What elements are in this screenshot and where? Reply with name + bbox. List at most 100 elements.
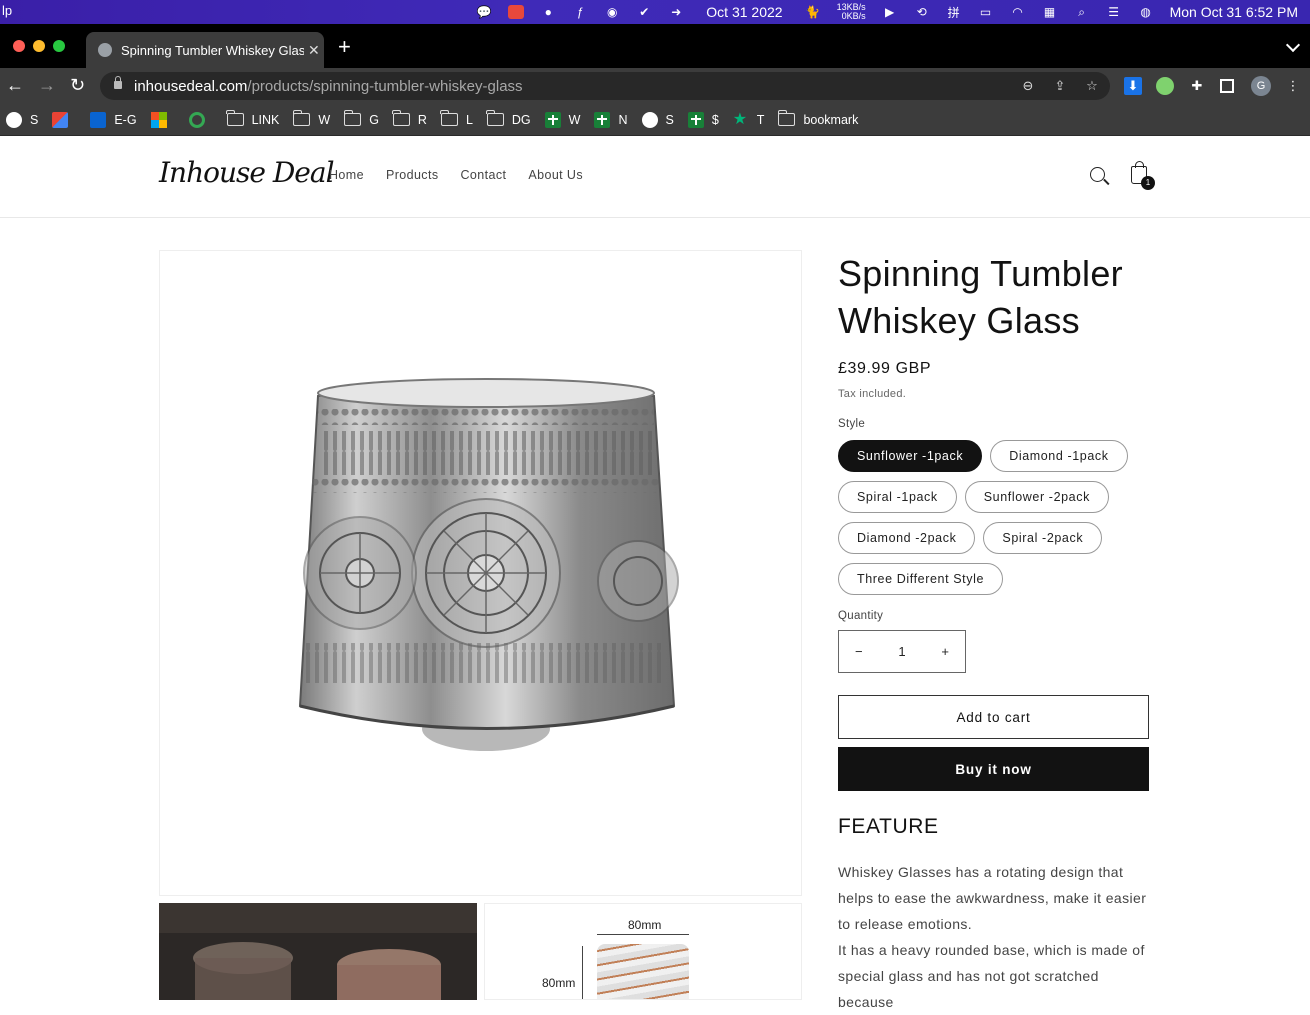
- share-icon[interactable]: ⇪: [1052, 78, 1068, 94]
- app-red-icon[interactable]: [507, 3, 525, 21]
- bookmark-item[interactable]: DG: [486, 110, 531, 127]
- style-option-sunflower-2pack[interactable]: Sunflower -2pack: [964, 481, 1109, 513]
- bookmark-item[interactable]: E-G: [90, 111, 137, 128]
- bookmark-item[interactable]: ★ T: [733, 111, 765, 128]
- tax-note: Tax included.: [838, 388, 907, 400]
- main-nav: Home Products Contact About Us: [329, 168, 605, 182]
- folder-icon: [226, 110, 244, 126]
- folder-icon: [486, 110, 504, 126]
- bookmark-item[interactable]: S: [641, 111, 674, 128]
- tab-search-icon[interactable]: [1285, 37, 1301, 53]
- url-text[interactable]: inhousedeal.com/products/spinning-tumble…: [134, 78, 523, 95]
- ms-icon: [150, 111, 167, 128]
- quantity-decrease-button[interactable]: −: [855, 644, 863, 659]
- bookmark-item[interactable]: R: [392, 110, 427, 127]
- messenger-icon[interactable]: ◉: [603, 3, 621, 21]
- dimension-width-line: [597, 934, 689, 935]
- reload-button[interactable]: ↻: [70, 76, 85, 94]
- bookmark-item[interactable]: [150, 111, 175, 128]
- play-icon[interactable]: ▶: [881, 3, 899, 21]
- bookmark-label: DG: [511, 112, 531, 127]
- control-center-icon[interactable]: ☰: [1105, 3, 1123, 21]
- wifi-icon[interactable]: ◠: [1009, 3, 1027, 21]
- siri-icon[interactable]: ◍: [1137, 3, 1155, 21]
- feather-icon[interactable]: ƒ: [571, 3, 589, 21]
- style-option-three-different-style[interactable]: Three Different Style: [838, 563, 1004, 595]
- tick-icon[interactable]: ✔: [635, 3, 653, 21]
- lock-icon[interactable]: [114, 76, 122, 89]
- bookmark-item[interactable]: N: [594, 111, 628, 128]
- bookmark-item[interactable]: S: [6, 111, 38, 128]
- zoom-window-button[interactable]: [53, 40, 65, 52]
- browser-toolbar: ← → ↻ inhousedeal.com/products/spinning-…: [0, 68, 1310, 104]
- wechat-icon[interactable]: 💬: [475, 3, 493, 21]
- search-icon[interactable]: [1090, 167, 1105, 182]
- new-tab-button[interactable]: +: [338, 36, 351, 58]
- close-tab-icon[interactable]: ✕: [308, 42, 320, 59]
- forward-button[interactable]: →: [38, 76, 56, 94]
- address-bar[interactable]: inhousedeal.com/products/spinning-tumble…: [100, 72, 1110, 100]
- dimension-height-line: [582, 946, 583, 999]
- history-icon[interactable]: ⟲: [913, 3, 931, 21]
- bookmark-label: S: [665, 112, 674, 127]
- network-speed: 13KB/s 0KB/s: [836, 2, 866, 21]
- quantity-label: Quantity: [838, 610, 884, 622]
- spotlight-icon[interactable]: ⌕: [1073, 3, 1091, 21]
- store-logo[interactable]: Inhouse Deal: [159, 156, 335, 189]
- nav-products[interactable]: Products: [386, 168, 439, 182]
- bookmark-item[interactable]: bookmark: [777, 110, 859, 127]
- cat-icon[interactable]: 🐈: [804, 3, 822, 21]
- battery-icon[interactable]: ▭: [977, 3, 995, 21]
- bookmark-label: R: [417, 112, 427, 127]
- side-panel-icon[interactable]: [1220, 79, 1234, 93]
- macos-menu-bar: lp 💬 ● ƒ ◉ ✔ ➜ Oct 31 2022 🐈 13KB/s 0KB/s…: [0, 0, 1310, 24]
- arrow-circle-icon[interactable]: ➜: [667, 3, 685, 21]
- bookmark-item[interactable]: LINK: [226, 110, 279, 127]
- bookmark-item[interactable]: W: [292, 110, 330, 127]
- keyboard-icon[interactable]: ▦: [1041, 3, 1059, 21]
- bookmark-label: G: [369, 112, 379, 127]
- bookmark-item[interactable]: L: [440, 110, 473, 127]
- style-option-diamond-1pack[interactable]: Diamond -1pack: [990, 440, 1128, 472]
- quantity-increase-button[interactable]: +: [941, 644, 949, 659]
- style-option-spiral-1pack[interactable]: Spiral -1pack: [838, 481, 957, 513]
- bookmark-item[interactable]: [188, 111, 213, 128]
- bookmark-item[interactable]: $: [687, 111, 719, 128]
- menu-bar-clock[interactable]: Mon Oct 31 6:52 PM: [1170, 4, 1298, 20]
- bookmark-label: bookmark: [803, 112, 859, 127]
- bookmark-item[interactable]: W: [544, 111, 580, 128]
- extension-circle-icon[interactable]: [1156, 77, 1174, 95]
- qq-icon[interactable]: ●: [539, 3, 557, 21]
- product-thumbnail-photo[interactable]: [159, 903, 477, 1000]
- download-extension-icon[interactable]: ⬇: [1124, 77, 1142, 95]
- style-option-sunflower-1pack[interactable]: Sunflower -1pack: [838, 440, 983, 472]
- style-option-spiral-2pack[interactable]: Spiral -2pack: [983, 522, 1103, 554]
- active-tab[interactable]: Spinning Tumbler Whiskey Glass ✕: [86, 32, 324, 68]
- bookmark-item[interactable]: G: [343, 110, 379, 127]
- nav-home[interactable]: Home: [329, 168, 364, 182]
- nav-about-us[interactable]: About Us: [528, 168, 583, 182]
- buy-it-now-button[interactable]: Buy it now: [838, 747, 1149, 791]
- bookmark-label: T: [756, 112, 765, 127]
- zoom-icon[interactable]: ⊖: [1020, 78, 1036, 94]
- bookmark-star-icon[interactable]: ☆: [1084, 78, 1100, 94]
- add-to-cart-button[interactable]: Add to cart: [838, 695, 1149, 739]
- menu-bar-date[interactable]: Oct 31 2022: [706, 4, 782, 20]
- nav-contact[interactable]: Contact: [460, 168, 506, 182]
- close-window-button[interactable]: [13, 40, 25, 52]
- quantity-input[interactable]: 1: [898, 644, 905, 659]
- style-option-diamond-2pack[interactable]: Diamond -2pack: [838, 522, 976, 554]
- profile-avatar[interactable]: G: [1251, 76, 1271, 96]
- app-menu-name[interactable]: lp: [2, 3, 12, 18]
- glasses-photo-illustration: [159, 903, 477, 1000]
- product-main-image[interactable]: [159, 250, 802, 896]
- chrome-menu-icon[interactable]: ⋮: [1284, 77, 1302, 95]
- product-dimensions-image[interactable]: 80mm 80mm: [484, 903, 802, 1000]
- bookmark-item[interactable]: [52, 111, 76, 128]
- input-icon[interactable]: 拼: [945, 3, 963, 21]
- quantity-stepper: − 1 +: [838, 630, 966, 673]
- minimize-window-button[interactable]: [33, 40, 45, 52]
- browser-tab-strip: Spinning Tumbler Whiskey Glass ✕ +: [0, 24, 1310, 68]
- back-button[interactable]: ←: [6, 76, 24, 94]
- extensions-puzzle-icon[interactable]: ✚: [1188, 77, 1206, 95]
